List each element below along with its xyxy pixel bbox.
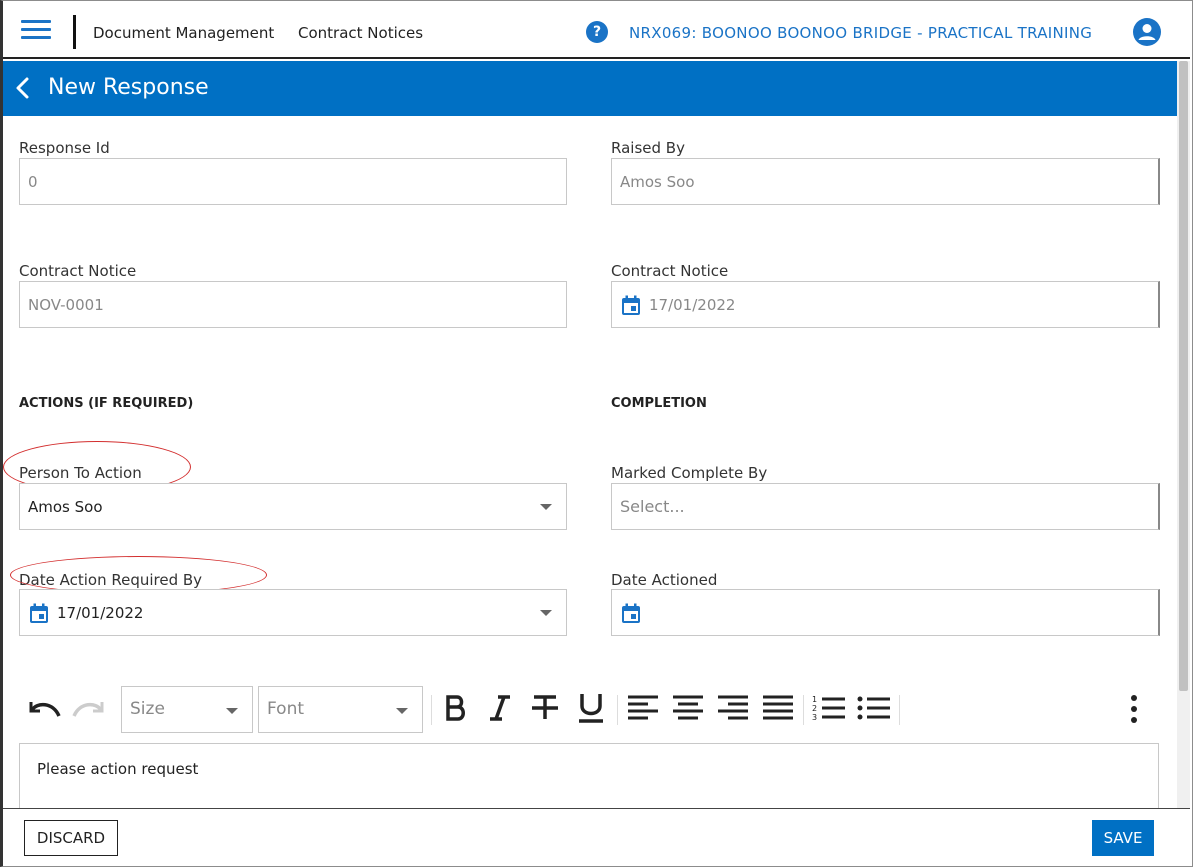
discard-button[interactable]: DISCARD [24, 820, 118, 856]
project-title[interactable]: NRX069: BOONOO BOONOO BRIDGE - PRACTICAL… [629, 24, 1092, 42]
save-button[interactable]: SAVE [1092, 820, 1154, 856]
date-actioned-field[interactable] [611, 589, 1160, 636]
raised-by-label: Raised By [611, 139, 685, 157]
page-title: New Response [48, 75, 209, 100]
user-icon[interactable] [1133, 18, 1161, 46]
response-id-value: 0 [28, 173, 38, 191]
scrollbar-thumb[interactable] [1179, 61, 1188, 691]
svg-text:3: 3 [812, 713, 817, 722]
strikethrough-icon[interactable] [530, 694, 560, 726]
raised-by-field[interactable]: Amos Soo [611, 158, 1160, 205]
italic-icon[interactable] [488, 694, 512, 726]
unordered-list-icon[interactable] [857, 694, 891, 726]
svg-text:2: 2 [812, 704, 817, 713]
chevron-down-icon [396, 708, 408, 714]
date-actioned-label: Date Actioned [611, 571, 718, 589]
ordered-list-icon[interactable]: 1 2 3 [812, 694, 846, 726]
person-to-action-label: Person To Action [19, 464, 142, 482]
actions-section-title: ACTIONS (IF REQUIRED) [19, 396, 194, 411]
align-justify-icon[interactable] [762, 694, 794, 726]
nav-link-document-management[interactable]: Document Management [93, 24, 274, 42]
contract-notice-date-label: Contract Notice [611, 262, 729, 280]
font-size-placeholder: Size [130, 699, 165, 719]
contract-notice-date-value: 17/01/2022 [649, 296, 736, 314]
align-center-icon[interactable] [672, 694, 704, 726]
footer-bar: DISCARD SAVE [3, 808, 1190, 866]
person-to-action-select[interactable]: Amos Soo [19, 483, 567, 530]
contract-notice-value: NOV-0001 [28, 296, 104, 314]
nav-link-contract-notices[interactable]: Contract Notices [298, 24, 423, 42]
align-left-icon[interactable] [627, 694, 659, 726]
toolbar-separator [617, 695, 618, 725]
date-action-required-by-value: 17/01/2022 [57, 604, 144, 622]
date-action-required-by-label: Date Action Required By [19, 571, 203, 589]
underline-icon[interactable] [577, 692, 605, 728]
editor-content: Please action request [37, 760, 199, 778]
redo-icon[interactable] [70, 696, 108, 726]
calendar-icon [622, 603, 640, 623]
contract-notice-label: Contract Notice [19, 262, 137, 280]
help-icon[interactable]: ? [586, 21, 608, 43]
response-id-field[interactable]: 0 [19, 158, 567, 205]
nav-divider [73, 15, 76, 49]
font-family-select[interactable]: Font [258, 686, 423, 733]
font-family-placeholder: Font [267, 699, 305, 719]
top-navbar: Document Management Contract Notices ? N… [3, 1, 1190, 59]
app-window [0, 0, 1193, 867]
marked-complete-by-select[interactable]: Select... [611, 483, 1160, 530]
back-icon[interactable] [13, 76, 35, 100]
response-id-label: Response Id [19, 139, 110, 157]
align-right-icon[interactable] [717, 694, 749, 726]
marked-complete-by-label: Marked Complete By [611, 464, 768, 482]
svg-text:1: 1 [812, 695, 817, 704]
hamburger-icon[interactable] [21, 20, 51, 40]
person-to-action-value: Amos Soo [28, 498, 103, 516]
marked-complete-by-placeholder: Select... [620, 497, 685, 516]
raised-by-value: Amos Soo [620, 173, 695, 191]
date-action-required-by-field[interactable]: 17/01/2022 [19, 589, 567, 636]
chevron-down-icon [226, 708, 238, 714]
toolbar-separator [431, 695, 432, 725]
undo-icon[interactable] [25, 696, 63, 726]
completion-section-title: COMPLETION [611, 396, 707, 411]
contract-notice-date-field[interactable]: 17/01/2022 [611, 281, 1160, 328]
more-vertical-icon[interactable] [1128, 694, 1140, 728]
bold-icon[interactable] [444, 694, 468, 726]
scrollbar[interactable] [1177, 61, 1190, 808]
page-header: New Response [3, 61, 1177, 116]
chevron-down-icon [540, 610, 552, 616]
toolbar-separator [803, 695, 804, 725]
toolbar-separator [899, 695, 900, 725]
contract-notice-field[interactable]: NOV-0001 [19, 281, 567, 328]
rich-text-editor[interactable]: Please action request [19, 743, 1159, 813]
chevron-down-icon [540, 504, 552, 510]
font-size-select[interactable]: Size [121, 686, 253, 733]
calendar-icon [30, 603, 48, 623]
calendar-icon [622, 295, 640, 315]
